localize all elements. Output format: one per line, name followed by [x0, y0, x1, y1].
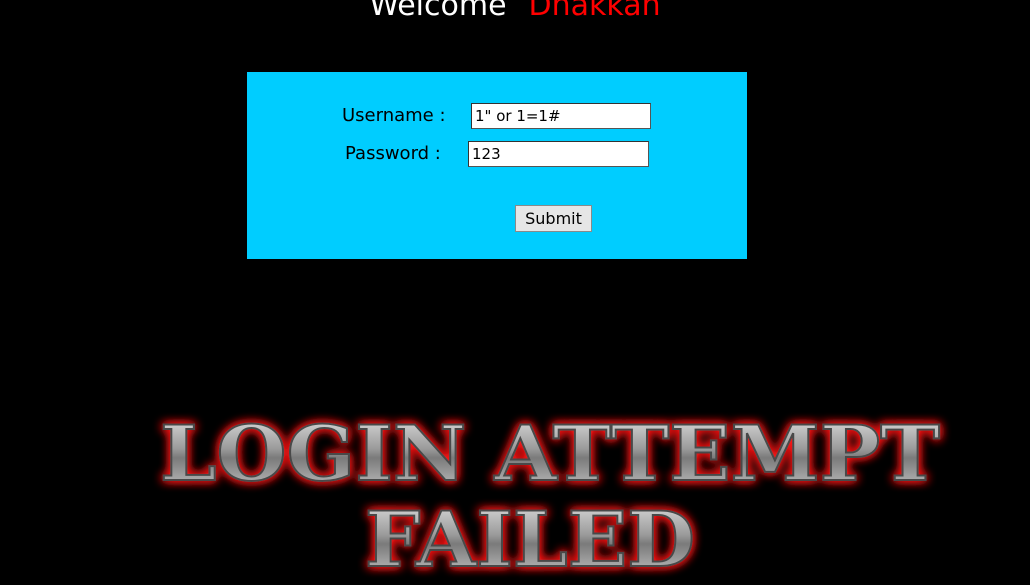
username-label: Username : — [342, 105, 446, 126]
failed-line-2: FAILED — [365, 495, 695, 584]
login-form: Username : Password : Submit — [247, 72, 747, 259]
welcome-header: Welcome Dhakkan — [0, 0, 1030, 26]
login-failed-image: LOGIN ATTEMPT FAILED — [159, 408, 941, 585]
failed-line-1: LOGIN ATTEMPT — [160, 409, 940, 498]
user-name: Dhakkan — [528, 0, 661, 23]
password-field[interactable] — [468, 141, 649, 167]
welcome-text: Welcome — [369, 0, 507, 23]
username-field[interactable] — [471, 103, 651, 129]
submit-button[interactable]: Submit — [515, 205, 592, 232]
password-label: Password : — [345, 143, 441, 164]
